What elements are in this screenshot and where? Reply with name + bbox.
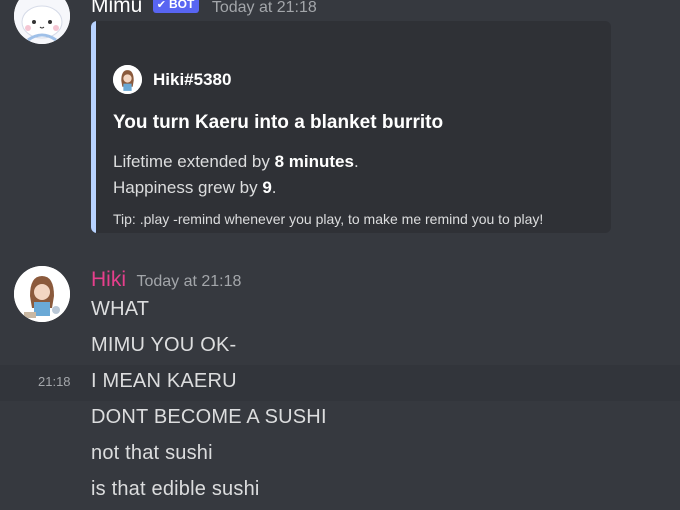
embed-description-line-1: Lifetime extended by 8 minutes. <box>113 149 359 175</box>
message-line: is that edible sushi <box>91 478 260 500</box>
embed-description: Lifetime extended by 8 minutes. Happines… <box>113 149 359 201</box>
hiki-message-header: Hiki Today at 21:18 <box>91 268 241 292</box>
hiki-username[interactable]: Hiki <box>91 268 126 291</box>
embed-footer: Tip: .play -remind whenever you play, to… <box>113 211 544 227</box>
embed-title: You turn Kaeru into a blanket burrito <box>113 112 444 133</box>
lifetime-label: Lifetime extended by <box>113 152 275 171</box>
message-line: not that sushi <box>91 442 213 464</box>
mimu-avatar-image <box>14 0 70 44</box>
message-line: MIMU YOU OK- <box>91 334 237 356</box>
lifetime-suffix: . <box>353 152 359 171</box>
hiki-avatar[interactable] <box>14 266 70 322</box>
bot-badge: ✔ BOT <box>152 0 200 13</box>
happiness-suffix: . <box>271 178 277 197</box>
mimu-avatar[interactable] <box>14 0 70 44</box>
mimu-message-header: Mimu ✔ BOT Today at 21:18 <box>91 0 317 18</box>
hover-timestamp[interactable]: 21:18 <box>38 374 71 389</box>
message-line: WHAT <box>91 298 150 320</box>
happiness-value: 9 <box>262 178 272 197</box>
hiki-avatar-image <box>14 266 70 322</box>
embed-author-name: Hiki#5380 <box>153 69 232 89</box>
mimu-timestamp[interactable]: Today at 21:18 <box>212 0 317 16</box>
message-line: DONT BECOME A SUSHI <box>91 406 327 428</box>
embed: Hiki#5380 You turn Kaeru into a blanket … <box>91 21 611 233</box>
embed-description-line-2: Happiness grew by 9. <box>113 175 359 201</box>
mimu-username[interactable]: Mimu <box>91 0 142 17</box>
embed-author-avatar <box>113 65 142 94</box>
hiki-timestamp[interactable]: Today at 21:18 <box>136 273 241 290</box>
lifetime-value: 8 minutes <box>274 152 354 171</box>
message-line: I MEAN KAERU <box>91 370 237 392</box>
hiki-small-avatar-image <box>113 65 142 94</box>
happiness-label: Happiness grew by <box>113 178 263 197</box>
checkmark-icon: ✔ <box>156 0 167 11</box>
embed-author: Hiki#5380 <box>113 65 231 94</box>
embed-accent-bar <box>91 21 96 233</box>
bot-badge-label: BOT <box>169 0 195 11</box>
